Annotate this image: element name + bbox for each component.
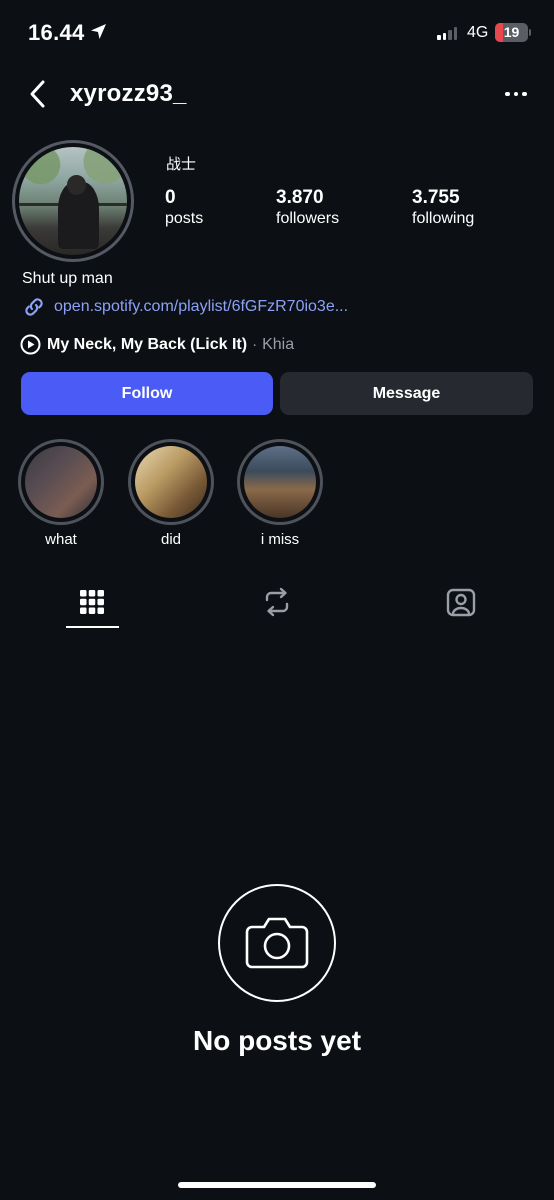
- follow-button[interactable]: Follow: [21, 372, 273, 415]
- reposts-icon: [265, 587, 289, 617]
- chevron-left-icon: [30, 80, 45, 108]
- more-options-button[interactable]: [498, 82, 534, 106]
- highlight-ring: [18, 439, 104, 525]
- more-horizontal-icon: [505, 91, 510, 97]
- profile-link[interactable]: open.spotify.com/playlist/6fGFzR70io3e..…: [22, 295, 348, 319]
- profile-bio: Shut up man: [22, 270, 113, 287]
- highlight-ring: [128, 439, 214, 525]
- profile-avatar[interactable]: [12, 140, 134, 262]
- link-text[interactable]: open.spotify.com/playlist/6fGFzR70io3e..…: [54, 298, 348, 316]
- followers-label: followers: [276, 210, 340, 227]
- tab-tagged[interactable]: [431, 578, 491, 626]
- music-artist: Khia: [262, 335, 295, 353]
- followers-count: 3.870: [276, 187, 324, 208]
- location-arrow-icon: [90, 23, 107, 45]
- following-count: 3.755: [412, 187, 460, 208]
- stat-posts[interactable]: 0 posts: [165, 187, 203, 229]
- status-bar: 16.44 4G 19: [0, 0, 554, 66]
- highlight-image: [25, 446, 97, 518]
- posts-label: posts: [165, 210, 204, 227]
- highlight-ring: [237, 439, 323, 525]
- highlight-item[interactable]: what: [18, 439, 104, 548]
- profile-username: xyrozz93_: [70, 80, 187, 107]
- active-tab-indicator: [66, 626, 119, 628]
- highlight-item[interactable]: did: [128, 439, 214, 548]
- music-separator: ·: [252, 336, 258, 353]
- tagged-icon: [446, 588, 476, 617]
- status-time: 16.44: [28, 20, 85, 45]
- battery-icon: 19: [495, 23, 528, 42]
- empty-state-icon-circle: [218, 884, 336, 1002]
- posts-count: 0: [165, 187, 176, 208]
- camera-icon: [245, 917, 309, 969]
- empty-state-title: No posts yet: [192, 1025, 362, 1056]
- battery-cap: [529, 29, 531, 36]
- link-icon: [25, 298, 43, 316]
- grid-icon: [80, 590, 104, 614]
- avatar-image: [19, 147, 127, 255]
- display-name: 战士: [166, 156, 197, 173]
- stat-following[interactable]: 3.755 following: [412, 187, 474, 229]
- message-button[interactable]: Message: [280, 372, 533, 415]
- tab-reposts[interactable]: [247, 578, 307, 626]
- highlight-label: what: [45, 531, 77, 548]
- battery-level: 19: [503, 24, 520, 40]
- highlight-image: [244, 446, 316, 518]
- highlight-label: did: [160, 531, 182, 548]
- back-button[interactable]: [22, 76, 54, 112]
- highlight-item[interactable]: i miss: [237, 439, 323, 548]
- highlight-image: [135, 446, 207, 518]
- play-circle-icon: [20, 334, 41, 355]
- profile-music[interactable]: My Neck, My Back (Lick It) · Khia: [20, 334, 294, 355]
- highlight-label: i miss: [260, 531, 300, 548]
- music-title: My Neck, My Back (Lick It): [47, 335, 248, 353]
- stat-followers[interactable]: 3.870 followers: [276, 187, 339, 229]
- home-indicator[interactable]: [178, 1182, 376, 1188]
- tab-posts-grid[interactable]: [62, 578, 122, 626]
- following-label: following: [412, 210, 475, 227]
- network-type: 4G: [467, 24, 489, 41]
- signal-icon: [437, 26, 457, 40]
